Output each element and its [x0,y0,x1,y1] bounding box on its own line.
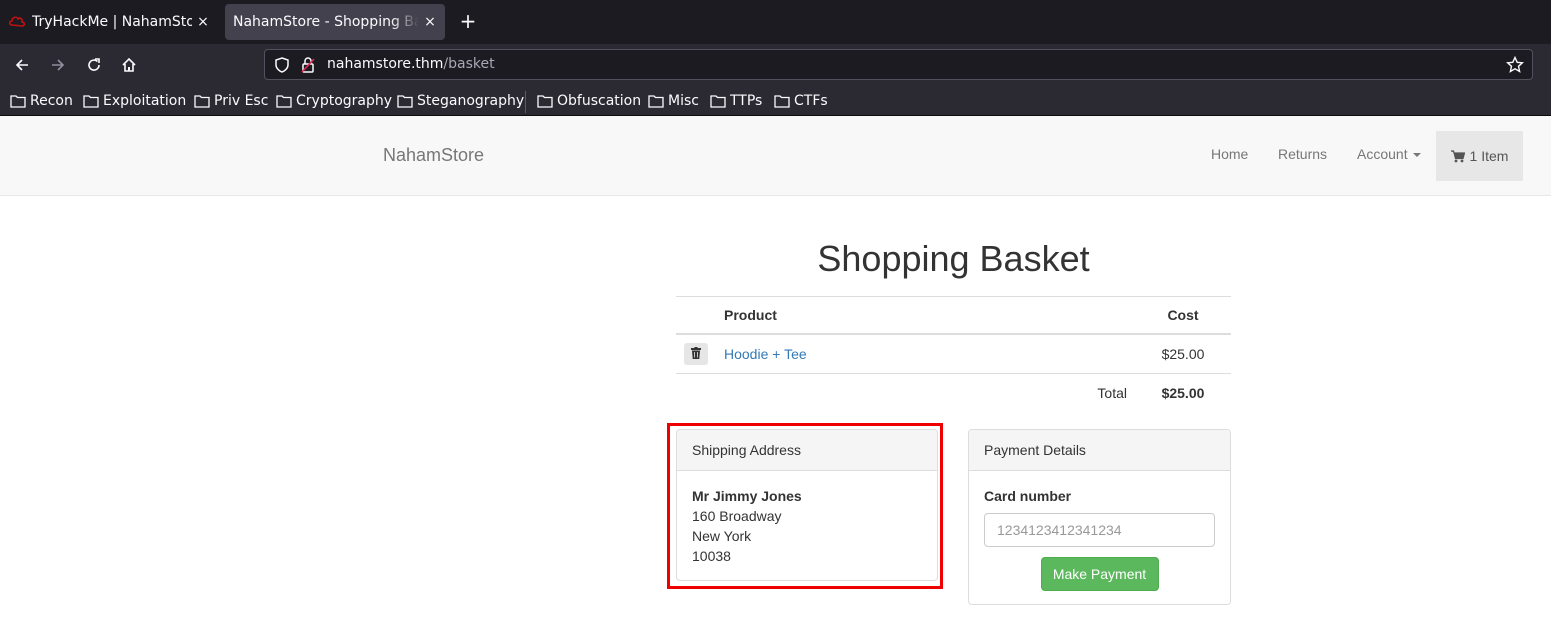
bookmark-label: Exploitation [103,93,187,109]
url-text[interactable]: nahamstore.thm/basket [327,56,495,72]
url-path: /basket [443,56,495,72]
payment-details-panel: Payment Details Card number Make Payment [968,429,1231,605]
folder-icon [397,95,413,108]
card-number-input[interactable] [984,513,1215,547]
bookmark-folder-ttps[interactable]: TTPs [710,91,762,111]
cart-count-label: 1 Item [1469,148,1509,164]
shopping-cart-icon [1450,149,1465,162]
header-delete-column [676,296,716,335]
site-navbar: NahamStore Home Returns Account 1 Item [0,116,1551,196]
table-row: Hoodie + Tee $25.00 [676,333,1231,375]
total-label: Total [1097,385,1127,402]
insecure-lock-icon[interactable] [301,56,315,78]
bookmark-separator [525,91,526,113]
url-bar[interactable]: nahamstore.thm/basket [264,49,1533,80]
bookmark-folder-steganography[interactable]: Steganography [397,91,524,111]
nav-cart-button[interactable]: 1 Item [1436,131,1523,181]
nav-returns-link[interactable]: Returns [1278,146,1327,162]
home-icon[interactable] [117,53,141,77]
folder-icon [276,95,292,108]
tab-title: NahamStore - Shopping Basket [233,14,419,30]
product-cell: Hoodie + Tee [716,333,1135,375]
bookmark-label: Priv Esc [214,93,269,109]
card-number-label: Card number [984,488,1072,504]
annotation-highlight-box [667,423,943,589]
caret-down-icon [1412,153,1421,158]
nav-account-label: Account [1357,146,1408,162]
trash-icon [691,347,701,360]
empty-cell [676,374,716,412]
bookmark-label: Cryptography [296,93,393,109]
site-brand[interactable]: NahamStore [383,145,484,166]
tab-close-icon[interactable]: × [196,14,210,30]
header-cost: Cost [1135,296,1231,335]
url-host: nahamstore.thm [327,56,444,72]
tab-bar: TryHackMe | NahamStore × NahamStore - Sh… [0,0,1551,44]
bookmark-label: Recon [30,93,73,109]
bookmark-folder-misc[interactable]: Misc [648,91,699,111]
basket-table: Product Cost Hoodie + Tee $25.00 Total $… [676,296,1231,412]
delete-cell [676,333,716,375]
browser-toolbar: nahamstore.thm/basket [0,44,1551,86]
reload-icon[interactable] [82,53,106,77]
nav-account-dropdown[interactable]: Account [1357,146,1421,162]
folder-icon [83,95,99,108]
header-product: Product [716,296,1135,335]
page-title: Shopping Basket [817,238,1090,279]
new-tab-button[interactable]: + [457,10,479,32]
remove-item-button[interactable] [684,343,708,366]
product-link[interactable]: Hoodie + Tee [724,346,807,362]
folder-icon [648,95,664,108]
bookmark-folder-privesc[interactable]: Priv Esc [194,91,268,111]
tab-tryhackme[interactable]: TryHackMe | NahamStore × [0,4,218,40]
payment-panel-heading: Payment Details [969,430,1230,471]
total-row: Total $25.00 [676,374,1231,412]
bookmark-label: Misc [668,93,699,109]
bookmark-folder-ctfs[interactable]: CTFs [774,91,828,111]
tab-close-icon[interactable]: × [423,14,437,30]
folder-icon [774,95,790,108]
bookmark-label: Obfuscation [557,93,642,109]
bookmark-folder-recon[interactable]: Recon [10,91,73,111]
bookmark-folder-exploitation[interactable]: Exploitation [83,91,186,111]
bookmark-folder-cryptography[interactable]: Cryptography [276,91,392,111]
tab-nahamstore-basket[interactable]: NahamStore - Shopping Basket × [225,4,445,40]
tab-title: TryHackMe | NahamStore [32,14,192,30]
back-arrow-icon[interactable] [10,53,34,77]
bookmark-label: TTPs [730,93,763,109]
bookmark-folder-obfuscation[interactable]: Obfuscation [537,91,641,111]
bookmark-label: CTFs [794,93,828,109]
tracking-shield-icon[interactable] [274,57,290,77]
folder-icon [10,95,26,108]
forward-arrow-icon[interactable] [46,53,70,77]
tryhackme-favicon-icon [8,14,26,30]
total-value: $25.00 [1161,385,1205,402]
payment-panel-body: Card number Make Payment [969,471,1230,606]
cost-cell: $25.00 [1135,333,1231,375]
bookmarks-toolbar: Recon Exploitation Priv Esc Cryptography… [0,86,1551,116]
folder-icon [710,95,726,108]
bookmark-label: Steganography [417,93,525,109]
make-payment-button[interactable]: Make Payment [1040,557,1159,591]
folder-icon [537,95,553,108]
table-header-row: Product Cost [676,296,1231,335]
folder-icon [194,95,210,108]
bookmark-star-icon[interactable] [1505,55,1525,78]
nav-home-link[interactable]: Home [1211,146,1248,162]
